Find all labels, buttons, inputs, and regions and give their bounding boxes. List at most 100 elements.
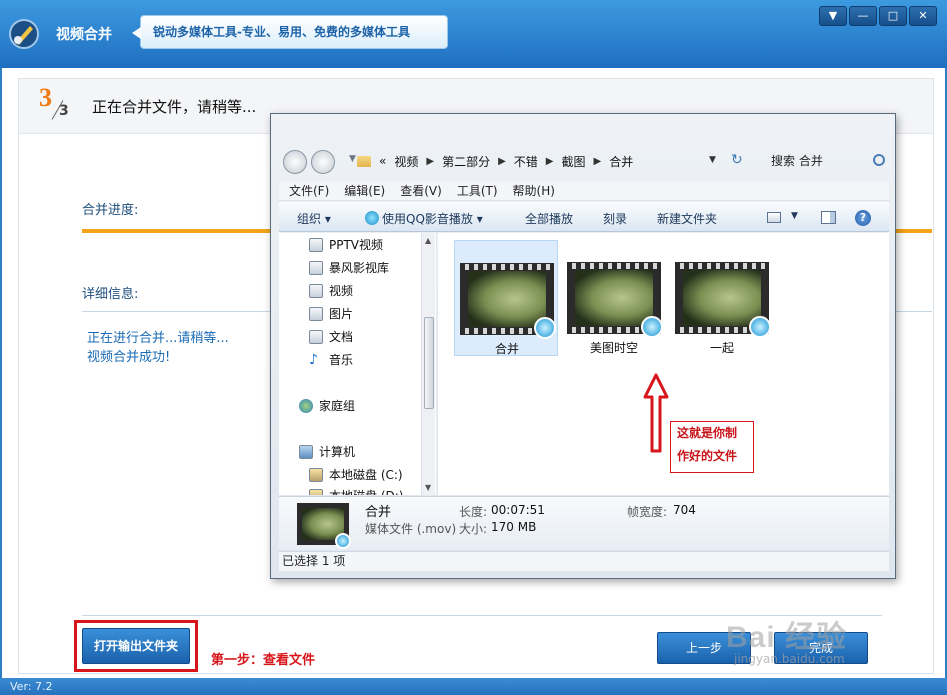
media-badge-icon	[335, 533, 351, 549]
scroll-down-icon[interactable]: ▼	[425, 483, 431, 492]
disk-icon	[309, 467, 323, 482]
breadcrumb-item[interactable]: 合并	[609, 153, 633, 170]
forward-button[interactable]	[311, 150, 335, 174]
media-badge-icon	[641, 316, 663, 338]
chevron-right-icon: ▶	[498, 155, 506, 167]
nav-item-label: 计算机	[319, 445, 356, 459]
details-thumbnail	[297, 503, 351, 549]
play-with-qq-label: 使用QQ影音播放 ▾	[382, 212, 483, 226]
folder-icon	[357, 155, 371, 167]
frame-width-label: 帧宽度:	[627, 505, 668, 519]
organize-button[interactable]: 组织 ▾	[297, 210, 331, 227]
nav-item-music[interactable]: ♪ 音乐	[309, 351, 353, 368]
breadcrumb-item[interactable]: 第二部分	[442, 153, 490, 170]
explorer-window: ▼ « 视频 ▶ 第二部分 ▶ 不错 ▶ 截图 ▶ 合并 ▼ ↻ 搜索 合并 文…	[270, 113, 896, 579]
nav-item-label: PPTV视频	[329, 238, 384, 252]
address-bar[interactable]: « 视频 ▶ 第二部分 ▶ 不错 ▶ 截图 ▶ 合并	[357, 149, 737, 173]
search-input[interactable]: 搜索 合并	[761, 149, 889, 173]
nav-item-homegroup[interactable]: 家庭组	[299, 397, 355, 414]
open-output-folder-button[interactable]: 打开输出文件夹	[82, 628, 190, 664]
picture-library-icon	[309, 306, 323, 321]
nav-item-label: 视频	[329, 284, 354, 298]
file-name: 一起	[709, 341, 734, 355]
nav-item-disk-c[interactable]: 本地磁盘 (C:)	[309, 466, 403, 483]
nav-item-computer[interactable]: 计算机	[299, 443, 355, 460]
maximize-button[interactable]: □	[879, 6, 907, 26]
menu-tools[interactable]: 工具(T)	[447, 181, 498, 200]
view-options-icon[interactable]	[767, 212, 781, 223]
nav-item-documents[interactable]: 文档	[309, 328, 353, 345]
address-dropdown-icon[interactable]: ▼	[709, 155, 716, 165]
video-thumbnail	[460, 263, 556, 339]
highlight-frame: 打开输出文件夹	[74, 620, 198, 672]
length-label: 长度:	[459, 505, 488, 519]
nav-item-label: 图片	[329, 307, 354, 321]
nav-item-label: 家庭组	[319, 399, 356, 413]
callout-line: 这就是你制	[677, 426, 738, 440]
document-library-icon	[309, 329, 323, 344]
file-item-meitu[interactable]: 美图时空	[562, 240, 666, 356]
nav-item-pictures[interactable]: 图片	[309, 305, 353, 322]
file-name: 合并	[494, 342, 519, 356]
scroll-thumb[interactable]	[424, 317, 434, 409]
nav-item-pptv[interactable]: PPTV视频	[309, 236, 383, 253]
breadcrumb-item[interactable]: 不错	[514, 153, 538, 170]
nav-item-label: 文档	[329, 330, 354, 344]
help-icon[interactable]: ?	[855, 210, 871, 226]
nav-item-label: 音乐	[329, 353, 354, 367]
navigation-pane: PPTV视频 暴风影视库 视频 图片 文档 ♪ 音乐 家庭组 计算机 本地磁盘 (…	[279, 233, 437, 495]
breadcrumb-item[interactable]: 截图	[562, 153, 586, 170]
view-dropdown-icon[interactable]: ▼	[791, 211, 798, 221]
nav-item-label: 本地磁盘 (D:)	[329, 487, 403, 495]
menu-help[interactable]: 帮助(H)	[503, 181, 555, 200]
progress-label: 合并进度:	[82, 203, 139, 218]
nav-item-label: 暴风影视库	[329, 261, 390, 275]
play-all-button[interactable]: 全部播放	[525, 210, 573, 227]
title-bar: 视频合并 锐动多媒体工具-专业、易用、免费的多媒体工具 ▼ — □ ✕	[0, 0, 947, 68]
music-icon: ♪	[309, 351, 318, 368]
breadcrumb-overflow[interactable]: «	[379, 154, 386, 168]
nav-item-disk-d[interactable]: 本地磁盘 (D:)	[309, 487, 403, 495]
watermark-brand: Bai 经验	[726, 621, 848, 654]
file-item-together[interactable]: 一起	[670, 240, 774, 356]
nav-scrollbar[interactable]: ▲ ▼	[421, 233, 435, 495]
scroll-up-icon[interactable]: ▲	[425, 236, 431, 245]
preview-pane-icon[interactable]	[821, 211, 836, 224]
frame-width-value: 704	[673, 503, 696, 517]
file-list-pane: 合并 美图时空 一起 这就是你制 作好的文件	[438, 233, 889, 495]
qq-player-icon	[365, 211, 379, 225]
menu-dropdown-button[interactable]: ▼	[819, 6, 847, 26]
computer-icon	[299, 444, 313, 459]
file-item-merged[interactable]: 合并	[454, 240, 558, 356]
nav-item-baofeng[interactable]: 暴风影视库	[309, 259, 389, 276]
back-button[interactable]	[283, 150, 307, 174]
new-folder-button[interactable]: 新建文件夹	[657, 210, 717, 227]
chevron-right-icon: ▶	[426, 155, 435, 167]
app-title: 视频合并	[56, 27, 112, 43]
media-badge-icon	[749, 316, 771, 338]
burn-button[interactable]: 刻录	[603, 210, 627, 227]
play-with-qq-button[interactable]: 使用QQ影音播放 ▾	[365, 210, 483, 227]
close-button[interactable]: ✕	[909, 6, 937, 26]
explorer-status-bar: 已选择 1 项	[279, 551, 889, 571]
nav-item-label: 本地磁盘 (C:)	[329, 468, 403, 482]
library-icon	[309, 260, 323, 275]
nav-item-videos[interactable]: 视频	[309, 282, 353, 299]
step-total: 3	[59, 103, 69, 119]
history-dropdown-icon[interactable]: ▼	[349, 154, 356, 164]
step-status-text: 正在合并文件，请稍等...	[92, 98, 257, 116]
video-thumbnail	[567, 262, 663, 338]
window-controls: ▼ — □ ✕	[819, 6, 937, 26]
video-library-icon	[309, 283, 323, 298]
minimize-button[interactable]: —	[849, 6, 877, 26]
menu-view[interactable]: 查看(V)	[390, 181, 442, 200]
menu-file[interactable]: 文件(F)	[279, 181, 329, 200]
annotation-callout: 这就是你制 作好的文件	[670, 421, 754, 473]
refresh-icon[interactable]: ↻	[731, 152, 743, 168]
homegroup-icon	[299, 398, 313, 413]
breadcrumb-item[interactable]: 视频	[394, 153, 418, 170]
menu-bar: 文件(F) 编辑(E) 查看(V) 工具(T) 帮助(H)	[279, 181, 889, 201]
menu-edit[interactable]: 编辑(E)	[334, 181, 385, 200]
search-placeholder: 搜索 合并	[771, 154, 823, 168]
detail-label: 详细信息:	[82, 287, 139, 302]
